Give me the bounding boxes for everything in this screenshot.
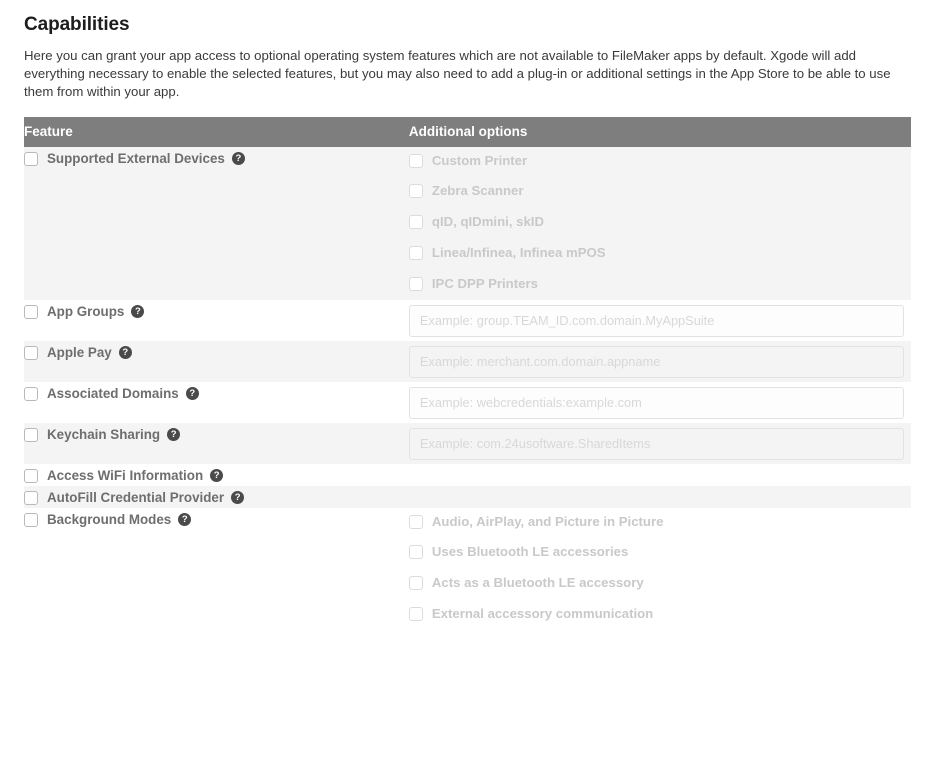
feature-toggle[interactable]: Access WiFi Information? [24, 466, 409, 486]
help-icon[interactable]: ? [185, 387, 199, 401]
feature-label: Access WiFi Information [47, 467, 204, 483]
help-icon[interactable]: ? [167, 428, 181, 442]
feature-cell: Access WiFi Information? [24, 464, 409, 486]
table-row: Keychain Sharing? [24, 422, 911, 464]
page-title: Capabilities [24, 14, 130, 35]
capabilities-table: Feature Additional options Supported Ext… [24, 116, 911, 630]
sub-option-label: Audio, AirPlay, and Picture in Picture [431, 514, 664, 530]
column-header-additional-options: Additional options [408, 116, 911, 147]
table-row: Access WiFi Information? [24, 463, 911, 486]
feature-toggle[interactable]: Associated Domains? [24, 384, 409, 404]
help-icon[interactable]: ? [118, 346, 132, 360]
sub-option-toggle[interactable]: Audio, AirPlay, and Picture in Picture [408, 508, 911, 537]
capabilities-page: Capabilities Here you can grant your app… [0, 12, 939, 630]
additional-options-cell: Audio, AirPlay, and Picture in Picture Us… [408, 508, 911, 630]
sub-option-checkbox[interactable] [408, 154, 423, 169]
help-icon[interactable]: ? [131, 305, 145, 319]
feature-label: AutoFill Credential Provider [47, 489, 225, 505]
feature-label: Keychain Sharing [47, 426, 161, 442]
feature-toggle[interactable]: Supported External Devices? [24, 149, 409, 169]
table-header: Feature Additional options [24, 116, 911, 147]
feature-checkbox[interactable] [24, 427, 38, 442]
sub-option-label: Uses Bluetooth LE accessories [431, 544, 629, 560]
sub-option-checkbox[interactable] [408, 576, 423, 591]
additional-options-cell: Custom Printer Zebra Scanner qID, qIDmini,… [408, 147, 911, 300]
sub-options-list: Custom Printer Zebra Scanner qID, qIDmini,… [408, 147, 911, 300]
feature-cell: Keychain Sharing? [24, 423, 409, 464]
feature-checkbox[interactable] [24, 151, 38, 166]
column-header-feature: Feature [24, 116, 409, 147]
feature-label: Associated Domains [47, 385, 179, 401]
sub-option-label: External accessory communication [431, 606, 654, 622]
additional-options-cell [409, 464, 911, 486]
feature-cell: App Groups? [24, 300, 409, 341]
sub-option-toggle[interactable]: Linea/Infinea, Infinea mPOS [408, 238, 911, 269]
table-row: App Groups? [24, 299, 911, 341]
table-row: Background Modes? Audio, AirPlay, and Pic… [24, 507, 911, 630]
feature-toggle[interactable]: Background Modes? [24, 510, 409, 530]
sub-option-label: Acts as a Bluetooth LE accessory [431, 575, 644, 591]
feature-cell: Background Modes? [24, 508, 409, 630]
help-icon[interactable]: ? [231, 152, 245, 166]
sub-option-label: Custom Printer [431, 153, 528, 169]
help-icon[interactable]: ? [178, 513, 192, 527]
table-row: Apple Pay? [24, 340, 911, 382]
sub-option-toggle[interactable]: External accessory communication [408, 599, 911, 630]
feature-checkbox[interactable] [24, 386, 38, 401]
feature-checkbox[interactable] [24, 304, 38, 319]
additional-options-input[interactable] [408, 345, 904, 378]
feature-label: Supported External Devices [47, 150, 225, 166]
sub-option-toggle[interactable]: Custom Printer [408, 147, 911, 176]
sub-option-toggle[interactable]: qID, qIDmini, skID [408, 207, 911, 238]
help-icon[interactable]: ? [231, 491, 245, 505]
sub-option-checkbox[interactable] [408, 246, 423, 261]
feature-checkbox[interactable] [24, 345, 38, 360]
sub-option-toggle[interactable]: Zebra Scanner [408, 176, 911, 207]
sub-option-label: IPC DPP Printers [431, 276, 538, 292]
sub-option-checkbox[interactable] [408, 545, 423, 560]
sub-option-checkbox[interactable] [408, 607, 423, 622]
sub-option-label: Zebra Scanner [431, 183, 524, 199]
feature-label: Apple Pay [47, 344, 112, 360]
sub-option-label: Linea/Infinea, Infinea mPOS [431, 245, 606, 261]
feature-cell: Supported External Devices? [24, 147, 409, 300]
sub-options-list: Audio, AirPlay, and Picture in Picture Us… [408, 508, 911, 630]
sub-option-checkbox[interactable] [408, 184, 423, 199]
table-row: Supported External Devices? Custom Printe… [24, 146, 911, 300]
sub-option-toggle[interactable]: Acts as a Bluetooth LE accessory [408, 568, 911, 599]
feature-toggle[interactable]: Apple Pay? [24, 343, 409, 363]
feature-cell: AutoFill Credential Provider? [24, 486, 409, 508]
additional-options-input[interactable] [408, 304, 904, 337]
additional-options-cell [408, 300, 911, 341]
additional-options-input[interactable] [408, 386, 904, 419]
sub-option-toggle[interactable]: IPC DPP Printers [408, 269, 911, 300]
table-row: Associated Domains? [24, 381, 911, 423]
feature-cell: Apple Pay? [24, 341, 409, 382]
feature-label: Background Modes [47, 511, 172, 527]
feature-checkbox[interactable] [24, 490, 38, 505]
feature-label: App Groups [47, 303, 125, 319]
table-header-row: Feature Additional options [24, 116, 911, 147]
sub-option-checkbox[interactable] [408, 215, 423, 230]
feature-toggle[interactable]: Keychain Sharing? [24, 425, 409, 445]
additional-options-cell [408, 341, 911, 382]
feature-toggle[interactable]: App Groups? [24, 302, 409, 322]
sub-option-checkbox[interactable] [408, 515, 423, 530]
table-body: Supported External Devices? Custom Printe… [24, 146, 911, 630]
feature-checkbox[interactable] [24, 512, 38, 527]
sub-option-toggle[interactable]: Uses Bluetooth LE accessories [408, 537, 911, 568]
additional-options-cell [408, 423, 911, 464]
feature-cell: Associated Domains? [24, 382, 409, 423]
sub-option-label: qID, qIDmini, skID [431, 214, 544, 230]
additional-options-cell [409, 486, 911, 508]
additional-options-cell [408, 382, 911, 423]
table-row: AutoFill Credential Provider? [24, 485, 911, 508]
sub-option-checkbox[interactable] [408, 277, 423, 292]
feature-toggle[interactable]: AutoFill Credential Provider? [24, 488, 409, 508]
feature-checkbox[interactable] [24, 468, 38, 483]
additional-options-input[interactable] [408, 427, 904, 460]
help-icon[interactable]: ? [210, 469, 224, 483]
page-description: Here you can grant your app access to op… [24, 48, 891, 100]
